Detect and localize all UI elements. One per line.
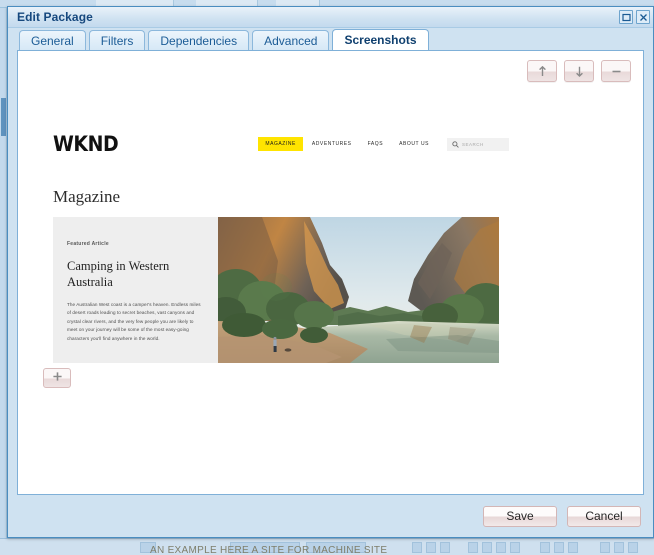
remove-screenshot-button[interactable] bbox=[601, 60, 631, 82]
tab-dependencies[interactable]: Dependencies bbox=[148, 30, 250, 50]
move-down-button[interactable] bbox=[564, 60, 594, 82]
featured-article-image bbox=[218, 217, 499, 363]
person-figure bbox=[273, 336, 277, 352]
dialog-footer: Save Cancel bbox=[8, 495, 653, 537]
close-button[interactable] bbox=[636, 10, 650, 24]
nav-item-about-us-label: ABOUT US bbox=[399, 141, 429, 147]
tab-general-label: General bbox=[31, 33, 74, 48]
maximize-button[interactable] bbox=[619, 10, 633, 24]
tab-screenshots[interactable]: Screenshots bbox=[332, 29, 429, 50]
tab-filters-label: Filters bbox=[100, 33, 134, 48]
nav-item-faqs[interactable]: FAQS bbox=[361, 137, 391, 151]
arrow-up-icon bbox=[538, 65, 547, 77]
screenshot-preview[interactable]: WKND MAGAZINE ADVENTURES FAQS ABOUT US S… bbox=[31, 113, 515, 363]
search-icon bbox=[452, 135, 459, 153]
preview-site-header: WKND MAGAZINE ADVENTURES FAQS ABOUT US S… bbox=[31, 113, 515, 175]
plus-icon bbox=[52, 369, 63, 387]
dialog-title: Edit Package bbox=[17, 10, 93, 24]
edit-package-dialog: Edit Package General Filters Dependencie… bbox=[7, 6, 654, 538]
tab-advanced[interactable]: Advanced bbox=[252, 30, 330, 50]
nav-item-magazine-label: MAGAZINE bbox=[265, 141, 296, 147]
tab-advanced-label: Advanced bbox=[264, 33, 318, 48]
screenshots-panel: WKND MAGAZINE ADVENTURES FAQS ABOUT US S… bbox=[17, 50, 644, 495]
tab-screenshots-label: Screenshots bbox=[344, 33, 417, 47]
close-icon bbox=[639, 13, 648, 22]
add-screenshot-row bbox=[43, 368, 71, 388]
nav-item-adventures[interactable]: ADVENTURES bbox=[305, 137, 359, 151]
save-button[interactable]: Save bbox=[483, 505, 557, 527]
arrow-down-icon bbox=[575, 66, 584, 77]
background-window-scrollbar[interactable] bbox=[0, 8, 7, 538]
featured-article-text: Featured Article Camping in Western Aust… bbox=[53, 217, 218, 363]
nav-item-adventures-label: ADVENTURES bbox=[311, 141, 352, 147]
search-placeholder: SEARCH bbox=[462, 141, 484, 147]
tab-general[interactable]: General bbox=[19, 30, 86, 50]
preview-page-title: Magazine bbox=[53, 187, 121, 206]
featured-article-card[interactable]: Featured Article Camping in Western Aust… bbox=[53, 217, 499, 363]
cancel-button[interactable]: Cancel bbox=[567, 505, 641, 527]
tab-filters[interactable]: Filters bbox=[88, 30, 146, 50]
tab-dependencies-label: Dependencies bbox=[160, 33, 238, 48]
tab-strip: General Filters Dependencies Advanced Sc… bbox=[8, 28, 653, 50]
minus-icon bbox=[611, 66, 622, 77]
background-text-sliver: AN EXAMPLE HERE A SITE FOR MACHINE SITE bbox=[150, 546, 388, 555]
nav-item-faqs-label: FAQS bbox=[367, 141, 384, 147]
featured-article-body: The Australian West coast is a camper's … bbox=[67, 302, 201, 341]
wknd-logo: WKND bbox=[53, 132, 119, 156]
preview-site-nav: MAGAZINE ADVENTURES FAQS ABOUT US SEARCH bbox=[258, 137, 509, 151]
scrollbar-thumb[interactable] bbox=[1, 98, 6, 136]
nav-item-about-us[interactable]: ABOUT US bbox=[392, 137, 436, 151]
move-up-button[interactable] bbox=[527, 60, 557, 82]
maximize-icon bbox=[621, 13, 631, 22]
featured-article-headline: Camping in Western Australia bbox=[67, 259, 170, 289]
nav-item-magazine[interactable]: MAGAZINE bbox=[258, 137, 303, 151]
add-screenshot-button[interactable] bbox=[43, 368, 71, 388]
featured-article-eyebrow: Featured Article bbox=[67, 241, 109, 247]
search-input[interactable]: SEARCH bbox=[447, 135, 509, 153]
dialog-titlebar[interactable]: Edit Package bbox=[8, 7, 653, 28]
screenshot-toolbar bbox=[527, 60, 631, 82]
